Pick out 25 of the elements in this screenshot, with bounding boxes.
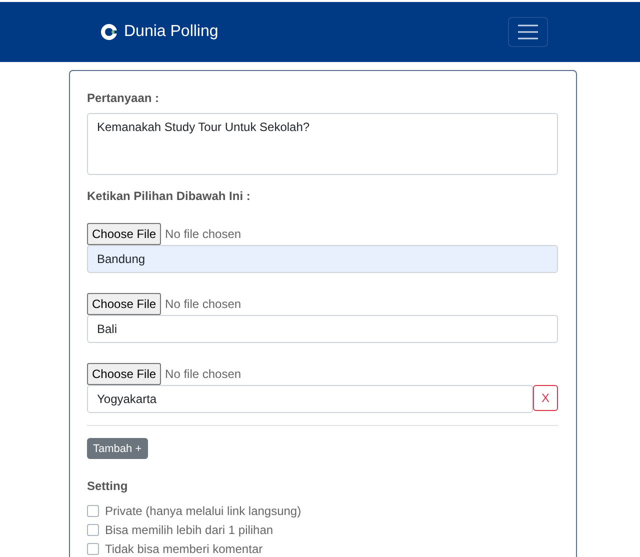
remove-button[interactable]: X xyxy=(533,385,558,411)
file-status: No file chosen xyxy=(165,297,242,311)
choose-file-button[interactable]: Choose File xyxy=(87,293,162,315)
brand-name[interactable]: Dunia Polling xyxy=(124,23,218,41)
option-field[interactable]: Bali xyxy=(87,315,558,343)
checkbox[interactable] xyxy=(87,542,99,554)
checkbox[interactable] xyxy=(87,524,99,536)
option-field[interactable]: Bandung xyxy=(87,245,558,273)
checkbox-label: Bisa memilih lebih dari 1 pilihan xyxy=(105,522,274,536)
checkbox-label: Tidak bisa memberi komentar xyxy=(105,542,263,556)
choose-file-button[interactable]: Choose File xyxy=(87,223,162,245)
question-label: Pertanyaan : xyxy=(87,91,160,105)
file-status: No file chosen xyxy=(165,227,242,241)
menu-icon xyxy=(518,24,538,40)
menu-button[interactable] xyxy=(508,17,548,47)
checkbox-label: Private (hanya melalui link langsung) xyxy=(105,504,302,518)
settings-title: Setting xyxy=(87,479,129,493)
add-button[interactable]: Tambah + xyxy=(87,438,148,459)
checkbox[interactable] xyxy=(87,504,99,516)
option-field[interactable]: Yogyakarta xyxy=(87,385,533,413)
choose-file-button[interactable]: Choose File xyxy=(87,363,162,385)
question-field[interactable]: Kemanakah Study Tour Untuk Sekolah? xyxy=(87,113,558,175)
logo-icon xyxy=(100,23,118,41)
options-label: Ketikan Pilihan Dibawah Ini : xyxy=(87,189,252,203)
file-status: No file chosen xyxy=(165,367,242,381)
